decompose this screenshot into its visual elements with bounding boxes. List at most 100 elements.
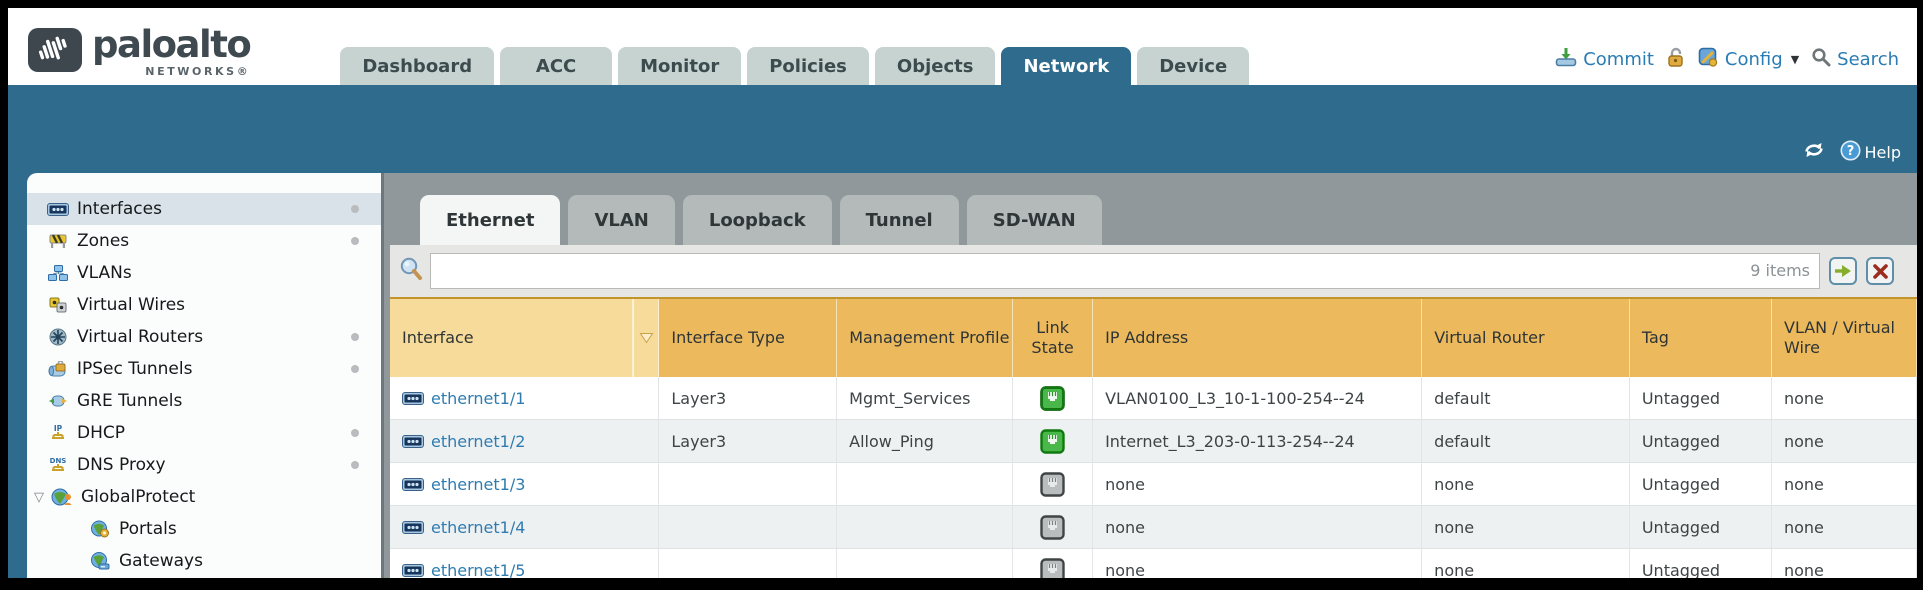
cell-management-profile: Mgmt_Services	[837, 377, 1013, 420]
sidebar-item-globalprotect[interactable]: ▽ GlobalProtect	[27, 481, 381, 513]
table-header-row: Interface Interface Type Management Prof…	[390, 297, 1917, 377]
cell-virtual-router: default	[1422, 420, 1630, 463]
status-dot	[351, 237, 359, 245]
interface-link[interactable]: ethernet1/4	[431, 518, 525, 537]
column-header-tag[interactable]: Tag	[1630, 299, 1772, 377]
sidebar-item-ipsec-tunnels[interactable]: IPSec Tunnels	[27, 353, 381, 385]
cell-vlan-virtual-wire: none	[1772, 549, 1917, 578]
cell-tag: Untagged	[1630, 420, 1772, 463]
column-header-interface-type[interactable]: Interface Type	[659, 299, 837, 377]
cell-virtual-router: none	[1422, 549, 1630, 578]
sidebar-item-virtual-wires[interactable]: Virtual Wires	[27, 289, 381, 321]
cell-tag: Untagged	[1630, 506, 1772, 549]
cell-virtual-router: default	[1422, 377, 1630, 420]
ethernet-interface-icon	[402, 564, 424, 577]
tab-device[interactable]: Device	[1137, 47, 1249, 85]
vlans-icon	[47, 263, 69, 283]
tab-tunnel[interactable]: Tunnel	[840, 195, 959, 245]
link-state-down-icon	[1040, 558, 1065, 579]
config-menu[interactable]: Config ▼	[1698, 47, 1799, 73]
column-header-virtual-router[interactable]: Virtual Router	[1422, 299, 1630, 377]
column-header-management-profile[interactable]: Management Profile	[837, 299, 1013, 377]
search-button[interactable]: Search	[1811, 47, 1899, 72]
main-content: Ethernet VLAN Loopback Tunnel SD-WAN 9 i…	[384, 173, 1917, 578]
help-button[interactable]: ? Help	[1840, 140, 1901, 165]
paloalto-logo: paloalto NETWORKS®	[8, 8, 250, 85]
help-icon: ?	[1840, 140, 1861, 165]
interface-link[interactable]: ethernet1/5	[431, 561, 525, 579]
sidebar-item-gateways[interactable]: Gateways	[27, 545, 381, 577]
sidebar-item-dhcp[interactable]: IP DHCP	[27, 417, 381, 449]
cell-tag: Untagged	[1630, 549, 1772, 578]
apply-filter-button[interactable]	[1829, 257, 1857, 285]
tab-ethernet[interactable]: Ethernet	[420, 195, 560, 245]
sidebar-item-dns-proxy[interactable]: DNS DNS Proxy	[27, 449, 381, 481]
cell-ip-address: VLAN0100_L3_10-1-100-254--24	[1093, 377, 1422, 420]
paloalto-logo-icon	[28, 28, 82, 76]
filter-input[interactable]	[430, 253, 1820, 289]
interface-link[interactable]: ethernet1/1	[431, 389, 525, 408]
refresh-icon[interactable]	[1802, 139, 1826, 165]
interface-link[interactable]: ethernet1/3	[431, 475, 525, 494]
sidebar-item-vlans[interactable]: VLANs	[27, 257, 381, 289]
column-header-interface[interactable]: Interface	[390, 299, 633, 377]
tab-vlan[interactable]: VLAN	[568, 195, 674, 245]
table-row[interactable]: ethernet1/4 none none Untagged none	[390, 506, 1917, 549]
table-row[interactable]: ethernet1/1 Layer3 Mgmt_Services VLAN010…	[390, 377, 1917, 420]
table-row[interactable]: ethernet1/3 none none Untagged none	[390, 463, 1917, 506]
left-gutter	[8, 173, 27, 578]
column-header-link-state[interactable]: Link State	[1013, 299, 1093, 377]
ethernet-interface-icon	[402, 435, 424, 448]
sort-triangle-icon	[639, 332, 654, 344]
interface-type-tabs: Ethernet VLAN Loopback Tunnel SD-WAN	[384, 195, 1917, 245]
tab-dashboard[interactable]: Dashboard	[340, 47, 494, 85]
status-dot	[351, 461, 359, 469]
cell-management-profile: Allow_Ping	[837, 420, 1013, 463]
link-state-down-icon	[1040, 515, 1065, 540]
svg-text:IP: IP	[54, 424, 63, 433]
tab-acc[interactable]: ACC	[500, 47, 612, 85]
expander-triangle-icon[interactable]: ▽	[34, 490, 51, 505]
status-dot	[351, 429, 359, 437]
table-row[interactable]: ethernet1/2 Layer3 Allow_Ping Internet_L…	[390, 420, 1917, 463]
ethernet-interface-icon	[47, 199, 69, 219]
sidebar-item-virtual-routers[interactable]: Virtual Routers	[27, 321, 381, 353]
sidebar-item-zones[interactable]: Zones	[27, 225, 381, 257]
cell-tag: Untagged	[1630, 463, 1772, 506]
tab-network[interactable]: Network	[1001, 47, 1131, 85]
table-row[interactable]: ethernet1/5 none none Untagged none	[390, 549, 1917, 578]
tab-sdwan[interactable]: SD-WAN	[967, 195, 1102, 245]
column-header-vlan-virtual-wire[interactable]: VLAN / Virtual Wire	[1772, 299, 1917, 377]
commit-button[interactable]: Commit	[1555, 47, 1654, 72]
cell-ip-address: none	[1093, 549, 1422, 578]
tab-monitor[interactable]: Monitor	[618, 47, 741, 85]
cell-ip-address: none	[1093, 506, 1422, 549]
sort-dropdown[interactable]	[633, 299, 659, 377]
brand-name: paloalto	[92, 26, 250, 63]
cell-vlan-virtual-wire: none	[1772, 463, 1917, 506]
lock-icon[interactable]	[1666, 47, 1686, 72]
tab-policies[interactable]: Policies	[747, 47, 869, 85]
sidebar-item-interfaces[interactable]: Interfaces	[27, 193, 381, 225]
network-sidebar: Interfaces Zones VLANs Virtual Wires Vir…	[27, 173, 381, 578]
clear-filter-button[interactable]	[1866, 257, 1894, 285]
column-header-ip-address[interactable]: IP Address	[1093, 299, 1422, 377]
sidebar-item-portals[interactable]: Portals	[27, 513, 381, 545]
dhcp-icon: IP	[47, 423, 69, 443]
top-header: paloalto NETWORKS® Dashboard ACC Monitor…	[8, 8, 1917, 85]
tab-loopback[interactable]: Loopback	[683, 195, 832, 245]
cell-ip-address: none	[1093, 463, 1422, 506]
ethernet-interface-icon	[402, 392, 424, 405]
cell-management-profile	[837, 463, 1013, 506]
tab-objects[interactable]: Objects	[875, 47, 996, 85]
interface-link[interactable]: ethernet1/2	[431, 432, 525, 451]
gre-tunnels-icon	[47, 391, 69, 411]
status-dot	[351, 365, 359, 373]
header-actions: Commit Config ▼ Search	[1555, 8, 1917, 85]
cell-interface-type	[659, 463, 837, 506]
ipsec-tunnels-icon	[47, 359, 69, 379]
link-state-up-icon	[1040, 429, 1065, 454]
sidebar-item-gre-tunnels[interactable]: GRE Tunnels	[27, 385, 381, 417]
screenshot-frame: paloalto NETWORKS® Dashboard ACC Monitor…	[0, 0, 1923, 590]
virtual-routers-icon	[47, 327, 69, 347]
